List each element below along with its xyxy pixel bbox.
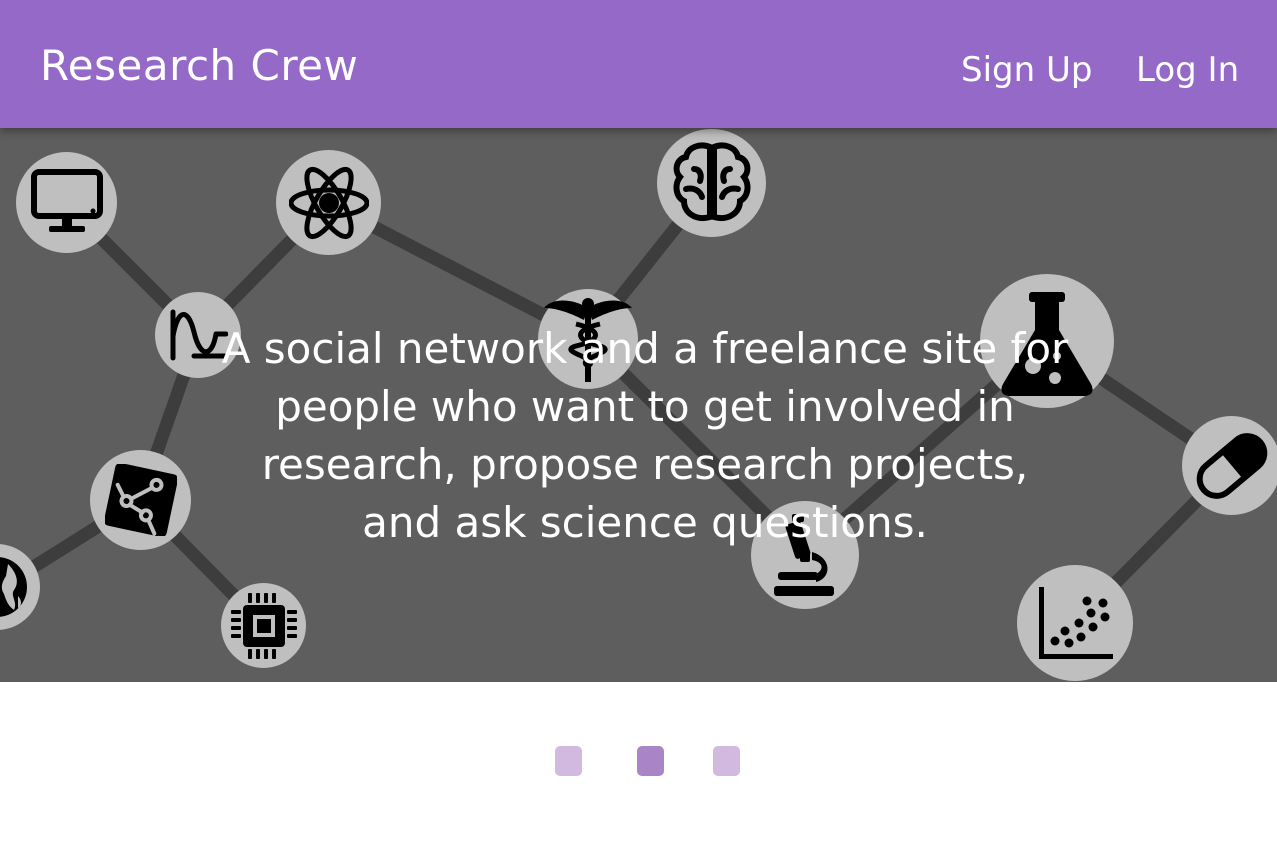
- hero-tagline: A social network and a freelance site fo…: [221, 324, 1069, 547]
- brand-logo[interactable]: Research Crew: [40, 38, 358, 94]
- cpu-chip-icon: [230, 592, 297, 659]
- brain-icon: [673, 142, 750, 221]
- monitor-icon: [30, 168, 103, 232]
- sign-up-link[interactable]: Sign Up: [961, 44, 1092, 96]
- atom-node: [276, 150, 381, 255]
- pill-icon: [1196, 432, 1267, 499]
- circuit-board-icon: [104, 464, 177, 536]
- carousel-dot-1[interactable]: [555, 746, 582, 776]
- cpu-chip-node: [221, 583, 306, 668]
- pill-node: [1182, 416, 1277, 515]
- carousel-indicators: [0, 746, 1277, 776]
- sine-wave-icon: [170, 309, 228, 361]
- carousel-dot-2-active[interactable]: [637, 746, 664, 776]
- globe-icon: [0, 557, 27, 617]
- carousel-dot-3[interactable]: [713, 746, 740, 776]
- hero-banner: A social network and a freelance site fo…: [0, 128, 1277, 682]
- brain-node: [657, 129, 766, 237]
- circuit-board-node: [90, 450, 191, 550]
- scatter-plot-node: [1017, 565, 1133, 681]
- top-navbar: Research Crew Sign Up Log In: [0, 0, 1277, 128]
- monitor-node: [16, 152, 117, 253]
- log-in-link[interactable]: Log In: [1136, 44, 1239, 96]
- atom-icon: [288, 166, 369, 239]
- scatter-plot-icon: [1039, 587, 1113, 659]
